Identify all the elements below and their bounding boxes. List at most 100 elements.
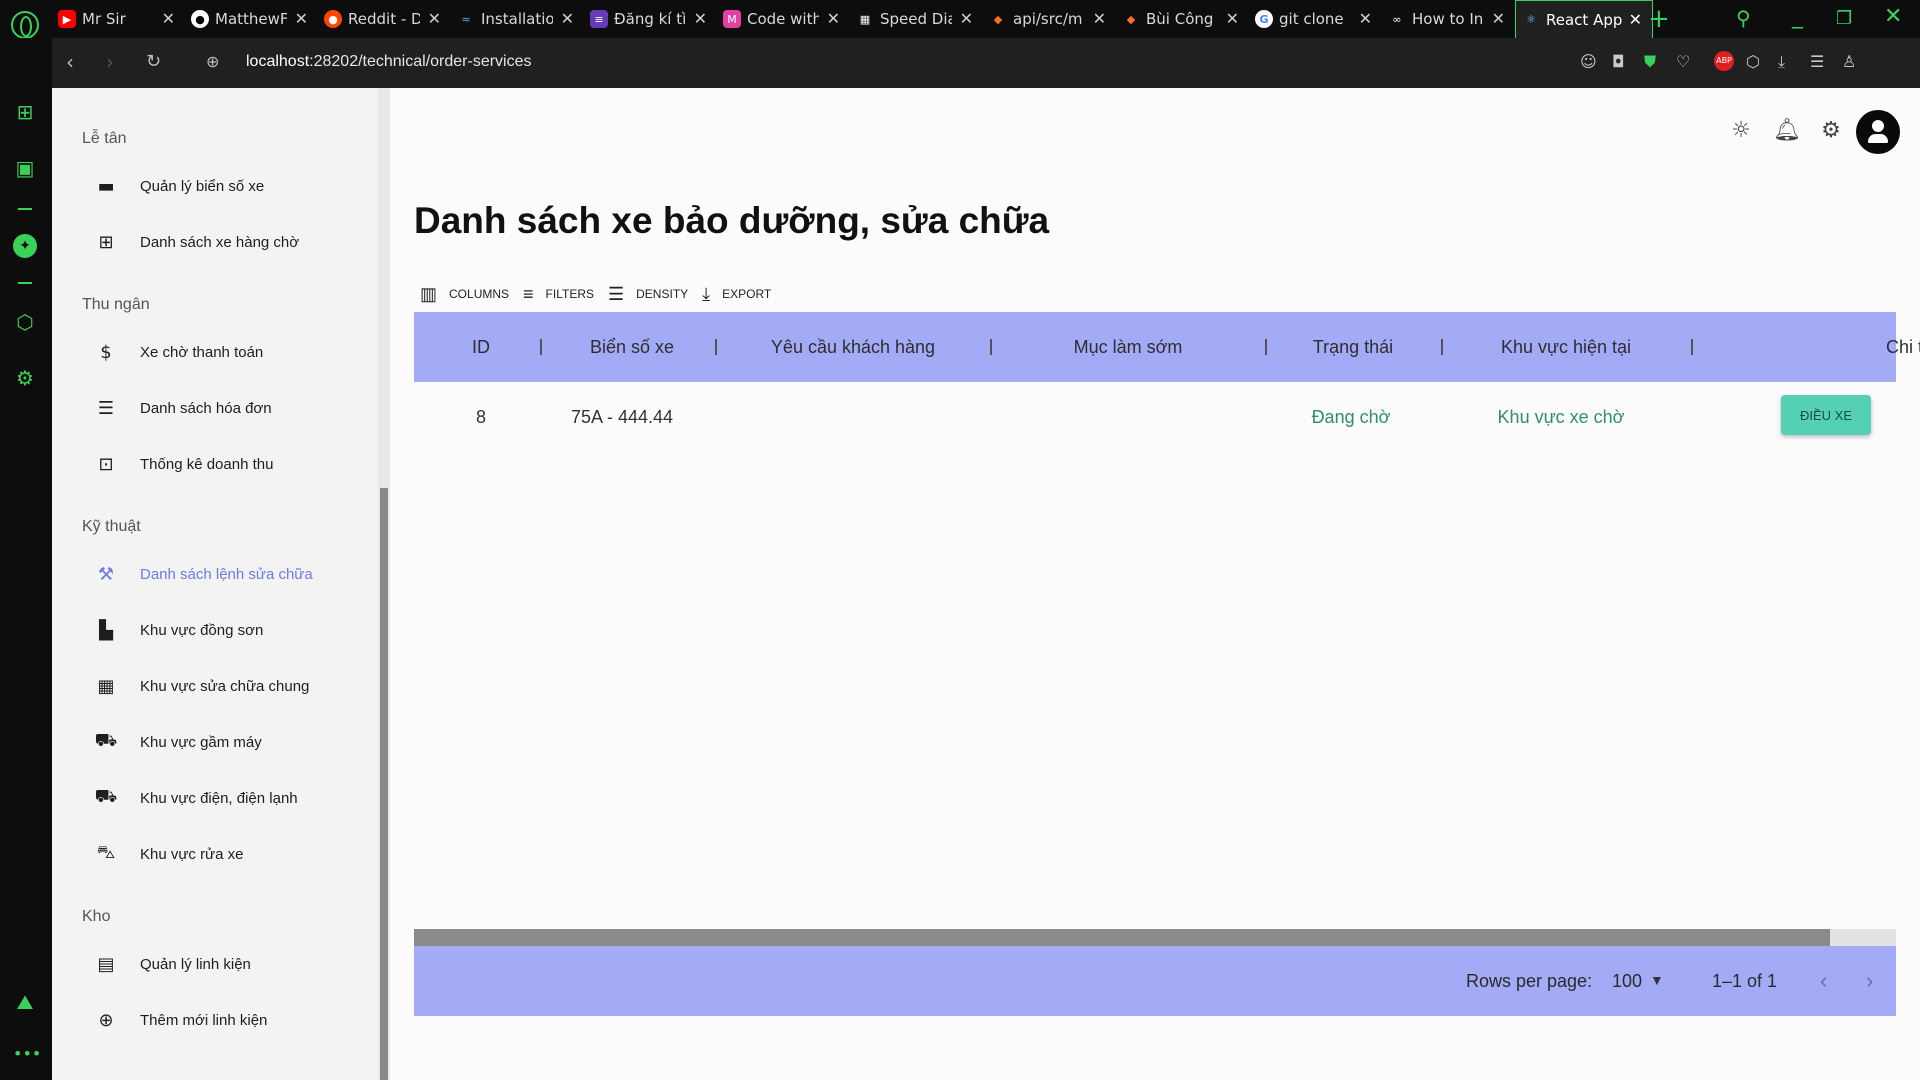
table-row[interactable]: 8 75A - 444.44 Đang chờ Khu vực xe chờ — [414, 382, 1896, 452]
shopping-icon[interactable]: ⊞ — [13, 100, 37, 124]
sidebar-item-electrical[interactable]: ⛟ Khu vực điện, điện lạnh — [82, 778, 372, 818]
column-header-plate[interactable]: Biển số xe — [542, 312, 722, 382]
sidebar-scrollbar[interactable] — [378, 88, 390, 1080]
browser-tab[interactable]: Ggit clone ✕ — [1249, 0, 1382, 38]
browser-tab[interactable]: ∞ How to In ✕ — [1382, 0, 1515, 38]
sidebar-item-paint-area[interactable]: ▙ Khu vực đồng sơn — [82, 610, 372, 650]
browser-tab[interactable]: ● Reddit - D ✕ — [318, 0, 451, 38]
browser-tab[interactable]: ≈ Installatio ✕ — [451, 0, 584, 38]
messenger-icon[interactable]: ✦ — [13, 234, 37, 258]
download-icon[interactable]: ⤓ — [1778, 52, 1785, 72]
browser-tab[interactable]: ● MatthewF ✕ — [185, 0, 318, 38]
close-tab-icon[interactable]: ✕ — [1226, 9, 1239, 28]
heart-icon[interactable]: ♡ — [1676, 52, 1690, 71]
close-tab-icon[interactable]: ✕ — [295, 9, 308, 28]
rows-per-page-select[interactable]: 100 — [1612, 971, 1642, 992]
notifications-icon[interactable]: 🔔︎ — [1773, 118, 1801, 144]
repair-order-icon: ⚒ — [97, 563, 115, 585]
close-tab-icon[interactable]: ✕ — [428, 9, 441, 28]
sidebar-item-pending-payment[interactable]: $ Xe chờ thanh toán — [82, 332, 372, 372]
close-tab-icon[interactable]: ✕ — [561, 9, 574, 28]
browser-tab[interactable]: M Code with ✕ — [717, 0, 850, 38]
browser-tab[interactable]: ◆ api/src/m ✕ — [983, 0, 1116, 38]
columns-button[interactable]: ▥ COLUMNS — [420, 284, 509, 305]
settings-icon[interactable]: ⚙ — [1818, 118, 1844, 144]
export-button[interactable]: ⤓ EXPORT — [702, 284, 771, 305]
restore-icon[interactable]: ❐ — [1836, 8, 1852, 29]
column-header-detail[interactable]: Chi tiết — [1752, 312, 1920, 382]
chip-icon[interactable]: ▣ — [13, 156, 37, 180]
close-tab-icon[interactable]: ✕ — [1093, 9, 1106, 28]
close-tab-icon[interactable]: ✕ — [827, 9, 840, 28]
cube-icon[interactable]: ⬡ — [13, 310, 37, 334]
pagination-range: 1–1 of 1 — [1712, 971, 1778, 991]
column-header-request[interactable]: Yêu cầu khách hàng — [717, 312, 989, 382]
reddit-icon: ● — [324, 10, 342, 28]
adblock-icon[interactable]: ABP — [1714, 51, 1734, 71]
column-header-status[interactable]: Trạng thái — [1267, 312, 1439, 382]
profile-icon[interactable]: ♙ — [1842, 52, 1856, 71]
sidebar-item-undercarriage[interactable]: ⛟ Khu vực gầm máy — [82, 722, 372, 762]
sidebar-item-license-plates[interactable]: ▬ Quản lý biển số xe — [82, 166, 372, 206]
dispatch-button[interactable]: ĐIỀU XE — [1781, 395, 1871, 435]
cube-icon[interactable]: ⬡ — [1746, 52, 1760, 71]
sidebar-scrollbar-thumb[interactable] — [380, 488, 388, 1080]
sidebar-item-queue[interactable]: ⊞ Danh sách xe hàng chờ — [82, 222, 372, 262]
close-tab-icon[interactable]: ✕ — [1492, 9, 1505, 28]
browser-tab-active[interactable]: ⚛ React App ✕ — [1515, 0, 1653, 38]
density-button[interactable]: ☰ DENSITY — [608, 284, 688, 305]
new-tab-icon[interactable]: + — [1648, 4, 1670, 34]
settings-icon[interactable]: ⚙ — [13, 366, 37, 390]
avatar[interactable] — [1856, 110, 1900, 154]
grid-horizontal-scrollbar[interactable] — [414, 929, 1896, 946]
sidebar-item-general-repair[interactable]: ▦ Khu vực sửa chữa chung — [82, 666, 372, 706]
minimize-icon[interactable]: _ — [1792, 4, 1803, 29]
reload-icon[interactable]: ↻ — [146, 51, 161, 72]
close-tab-icon[interactable]: ✕ — [162, 9, 175, 28]
site-info-icon[interactable]: ⊕ — [206, 52, 219, 71]
sidebar-item-invoices[interactable]: ☰ Danh sách hóa đơn — [82, 388, 372, 428]
column-header-early[interactable]: Mục làm sớm — [992, 312, 1264, 382]
emoji-icon[interactable]: ☺ — [1580, 52, 1597, 71]
column-header-id[interactable]: ID — [434, 312, 528, 382]
app-sidebar: Lễ tân ▬ Quản lý biển số xe ⊞ Danh sách xe… — [52, 88, 378, 1080]
shield-icon[interactable]: ⛊ — [1644, 52, 1656, 72]
archive-icon: ▤ — [97, 953, 115, 975]
url-field[interactable]: localhost:28202/technical/order-services — [246, 53, 532, 71]
gallery-icon[interactable]: ⛰ — [13, 990, 37, 1014]
easy-setup-icon[interactable]: ☰ — [1810, 52, 1824, 71]
browser-tab[interactable]: ◆ Bùi Công ✕ — [1116, 0, 1249, 38]
back-icon[interactable]: ‹ — [66, 50, 74, 74]
sidebar-item-car-wash[interactable]: ⛍ Khu vực rửa xe — [82, 834, 372, 874]
close-window-icon[interactable]: ✕ — [1884, 4, 1902, 29]
forward-icon[interactable]: › — [106, 50, 114, 74]
close-tab-icon[interactable]: ✕ — [1629, 10, 1642, 29]
browser-tab[interactable]: ▶ Mr Sir ✕ — [52, 0, 185, 38]
next-page-icon[interactable]: › — [1866, 968, 1873, 994]
rows-per-page-label: Rows per page: — [1466, 971, 1593, 991]
undercarriage-icon: ⛟ — [94, 730, 118, 751]
sidebar-item-repair-orders[interactable]: ⚒ Danh sách lệnh sửa chữa — [82, 554, 372, 594]
section-warehouse-heading: Kho — [82, 908, 111, 925]
previous-page-icon[interactable]: ‹ — [1820, 968, 1827, 994]
close-tab-icon[interactable]: ✕ — [1359, 9, 1372, 28]
sidebar-item-add-part[interactable]: ⊕ Thêm mới linh kiện — [82, 1000, 372, 1040]
more-icon[interactable]: ••• — [13, 1044, 41, 1068]
column-separator[interactable] — [1691, 339, 1693, 355]
caret-down-icon[interactable]: ▼ — [1650, 972, 1664, 988]
tailwind-icon: ≈ — [461, 12, 471, 26]
sidebar-item-parts[interactable]: ▤ Quản lý linh kiện — [82, 944, 372, 984]
browser-tab[interactable]: ▦ Speed Dia ✕ — [850, 0, 983, 38]
filter-icon: ≡ — [523, 283, 534, 304]
browser-tab[interactable]: ≡ Đăng kí tì ✕ — [584, 0, 717, 38]
theme-toggle-icon[interactable]: ☼ — [1728, 118, 1754, 144]
sidebar-item-revenue[interactable]: ⊡ Thống kê doanh thu — [82, 444, 372, 484]
camera-icon[interactable]: ◘ — [1612, 52, 1625, 71]
column-header-area[interactable]: Khu vực hiện tại — [1443, 312, 1689, 382]
search-icon[interactable]: ⚲ — [1736, 6, 1751, 30]
grid-scrollbar-thumb[interactable] — [414, 929, 1830, 946]
opera-logo-icon[interactable] — [11, 11, 39, 39]
filters-button[interactable]: ≡ FILTERS — [523, 284, 594, 305]
close-tab-icon[interactable]: ✕ — [694, 9, 707, 28]
close-tab-icon[interactable]: ✕ — [960, 9, 973, 28]
